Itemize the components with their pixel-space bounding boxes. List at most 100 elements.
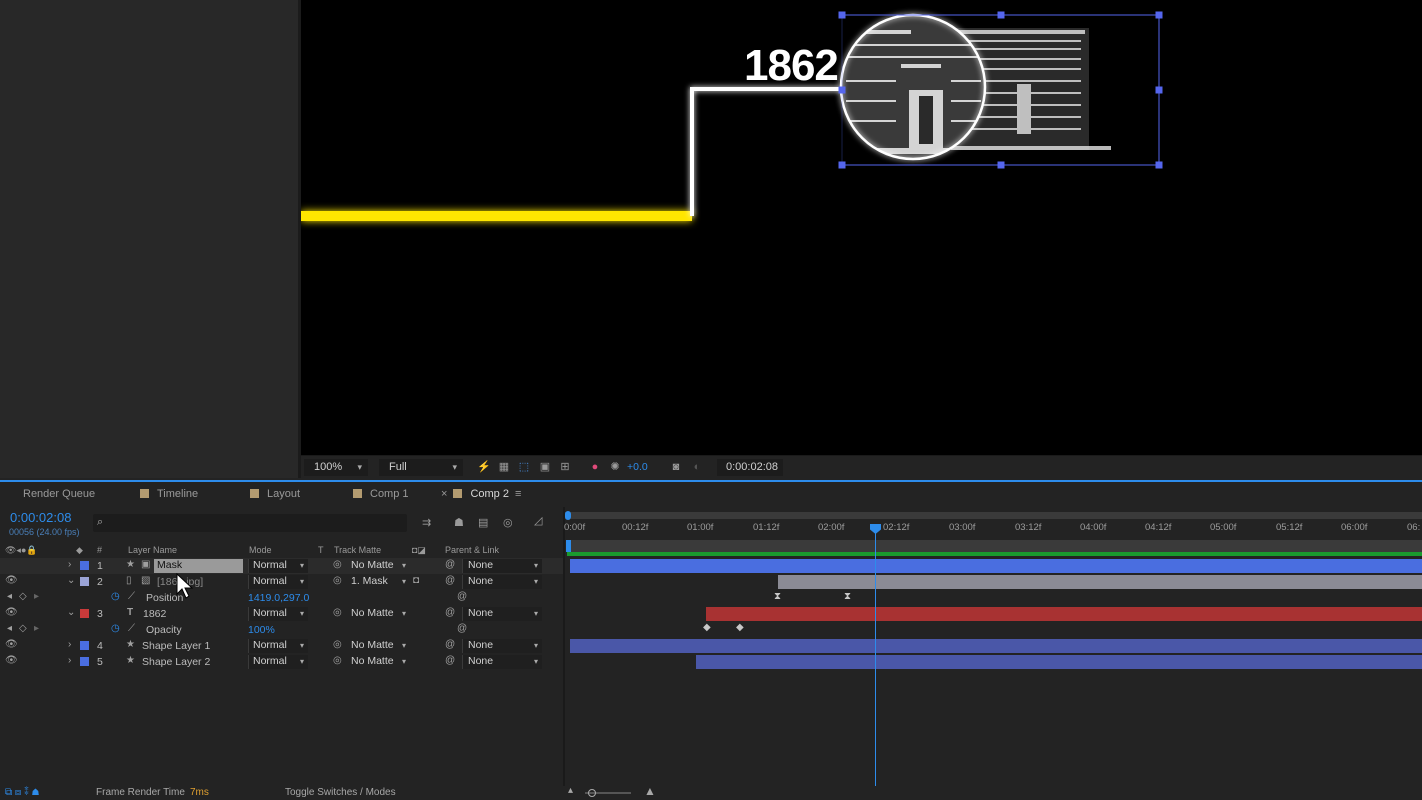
current-time-display[interactable]: 0:00:02:08: [717, 459, 783, 476]
layer-name[interactable]: 1862: [143, 608, 166, 620]
add-keyframe-icon[interactable]: ◇: [19, 623, 27, 634]
grid-guides-icon[interactable]: ⊞: [559, 461, 571, 473]
composition-mini-flowchart-icon[interactable]: ⇉: [422, 516, 431, 529]
chevron-down-icon[interactable]: ⌄: [67, 607, 75, 618]
eye-icon[interactable]: 👁: [5, 655, 18, 666]
eye-icon[interactable]: 👁: [5, 607, 18, 618]
position-value[interactable]: 1419.0,297.0: [248, 592, 309, 604]
parent-dropdown[interactable]: None ▾: [462, 575, 542, 589]
track-matte-dropdown[interactable]: 1. Mask ▾: [347, 575, 409, 589]
pick-whip-icon[interactable]: @: [445, 559, 455, 570]
fast-preview-icon[interactable]: ⚡: [477, 461, 491, 473]
alpha-matte-icon[interactable]: ◎: [333, 559, 342, 570]
prev-keyframe-icon[interactable]: ◂: [7, 623, 12, 634]
show-snapshot-icon[interactable]: ◐: [691, 461, 703, 473]
parent-dropdown[interactable]: None ▾: [462, 559, 542, 573]
keyframe-marker[interactable]: ⧗: [844, 591, 851, 602]
exposure-reset-icon[interactable]: ✺: [609, 461, 621, 473]
toggle-switches-modes[interactable]: Toggle Switches / Modes: [285, 787, 396, 798]
track-matte-dropdown[interactable]: No Matte ▾: [347, 639, 409, 653]
graph-icon[interactable]: ⟋: [128, 591, 135, 602]
layer-row[interactable]: › 1 ★ ▣ Mask Normal ▾ ◎ No Matte ▾ @ None ▾: [0, 558, 563, 574]
column-number[interactable]: #: [97, 545, 102, 555]
label-color[interactable]: [80, 577, 89, 586]
keyframe-marker[interactable]: ◆: [736, 622, 744, 633]
parent-dropdown[interactable]: None ▾: [462, 607, 542, 621]
layer-name-field[interactable]: Mask: [154, 559, 243, 573]
track-matte-dropdown[interactable]: No Matte ▾: [347, 607, 409, 621]
keyframe-marker[interactable]: ◆: [703, 622, 711, 633]
layer-row[interactable]: 👁 › 5 ★ Shape Layer 2 Normal ▾ ◎ No Matte…: [0, 654, 563, 670]
alpha-matte-icon[interactable]: ◎: [333, 655, 342, 666]
column-mode[interactable]: Mode: [249, 545, 272, 555]
tab-layout[interactable]: Layout: [250, 488, 300, 500]
tab-render-queue[interactable]: Render Queue: [23, 488, 95, 500]
add-keyframe-icon[interactable]: ◇: [19, 591, 27, 602]
prev-keyframe-icon[interactable]: ◂: [7, 591, 12, 602]
time-ruler[interactable]: 0:00f 00:12f 01:00f 01:12f 02:00f 02:12f…: [564, 510, 1422, 540]
work-area-bar[interactable]: [567, 540, 1422, 552]
layer-row[interactable]: 👁 › 4 ★ Shape Layer 1 Normal ▾ ◎ No Matte…: [0, 638, 563, 654]
region-of-interest-icon[interactable]: ▣: [539, 461, 551, 473]
eye-icon[interactable]: 👁: [5, 575, 18, 586]
tab-comp-1[interactable]: Comp 1: [353, 488, 409, 500]
pick-whip-icon[interactable]: @: [445, 575, 455, 586]
property-row[interactable]: ◂ ◇ ▸ ◷ ⟋ Position 1419.0,297.0 @: [0, 590, 563, 606]
property-row[interactable]: ◂ ◇ ▸ ◷ ⟋ Opacity 100% @: [0, 622, 563, 638]
chevron-right-icon[interactable]: ›: [68, 639, 71, 650]
column-layer-name[interactable]: Layer Name: [128, 545, 177, 555]
layer-bar-1862[interactable]: [706, 607, 1422, 621]
close-icon[interactable]: ×: [441, 488, 447, 500]
layer-search-input[interactable]: ⌕: [93, 514, 407, 532]
layer-bar-shape-1[interactable]: [570, 639, 1422, 653]
keyframe-marker[interactable]: ⧗: [774, 591, 781, 602]
blend-mode-dropdown[interactable]: Normal ▾: [248, 575, 308, 589]
stopwatch-icon[interactable]: ◷: [111, 623, 120, 634]
layer-row[interactable]: 👁 ⌄ 3 T 1862 Normal ▾ ◎ No Matte ▾ @ None ▾: [0, 606, 563, 622]
tab-comp-2[interactable]: × Comp 2 ≡: [441, 488, 521, 500]
track-matte-dropdown[interactable]: No Matte ▾: [347, 559, 409, 573]
stopwatch-icon[interactable]: ◷: [111, 591, 120, 602]
blend-mode-dropdown[interactable]: Normal ▾: [248, 655, 308, 669]
composition-viewer[interactable]: 1862: [301, 0, 1422, 455]
eye-icon[interactable]: 👁: [5, 639, 18, 650]
pick-whip-icon[interactable]: @: [445, 639, 455, 650]
status-icons[interactable]: ⧉ ⧈ ⁑ ☗: [5, 787, 39, 798]
exposure-value[interactable]: +0.0: [627, 461, 648, 473]
label-color[interactable]: [80, 561, 89, 570]
column-t[interactable]: T: [318, 545, 324, 555]
alpha-matte-icon[interactable]: ◎: [333, 575, 342, 586]
layer-row[interactable]: 👁 ⌄ 2 ▯ ▧ [186_.jpg] Normal▾ ◎ 1. Mask▾ …: [0, 574, 563, 590]
alpha-matte-icon[interactable]: ◎: [333, 607, 342, 618]
track-matte-dropdown[interactable]: No Matte ▾: [347, 655, 409, 669]
blend-mode-dropdown[interactable]: Normal ▾: [248, 639, 308, 653]
next-keyframe-icon[interactable]: ▸: [34, 623, 39, 634]
frame-blending-icon[interactable]: ▤: [478, 516, 488, 529]
chevron-down-icon[interactable]: ⌄: [67, 575, 75, 586]
layer-name[interactable]: Shape Layer 2: [142, 656, 210, 668]
pick-whip-icon[interactable]: @: [445, 607, 455, 618]
layer-bar-shape-2[interactable]: [696, 655, 1422, 669]
time-navigator[interactable]: [565, 512, 1422, 519]
snapshot-camera-icon[interactable]: ◙: [670, 461, 682, 473]
parent-dropdown[interactable]: None ▾: [462, 639, 542, 653]
zoom-out-icon[interactable]: ▴: [568, 785, 573, 796]
expression-pick-whip-icon[interactable]: @: [457, 591, 467, 602]
resolution-dropdown[interactable]: Full ▾: [379, 459, 463, 476]
column-track-matte[interactable]: Track Matte: [334, 545, 381, 555]
alpha-matte-icon[interactable]: ◎: [333, 639, 342, 650]
matte-switch-icon[interactable]: ◘: [413, 575, 419, 586]
blend-mode-dropdown[interactable]: Normal ▾: [248, 559, 308, 573]
chevron-right-icon[interactable]: ›: [68, 559, 71, 570]
zoom-dropdown[interactable]: 100% ▾: [304, 459, 368, 476]
zoom-slider-thumb[interactable]: [588, 789, 596, 797]
panel-menu-icon[interactable]: ≡: [515, 488, 521, 500]
layer-bar-mask[interactable]: [570, 559, 1422, 573]
label-color[interactable]: [80, 657, 89, 666]
next-keyframe-icon[interactable]: ▸: [34, 591, 39, 602]
expression-pick-whip-icon[interactable]: @: [457, 623, 467, 634]
work-area-start-handle[interactable]: [566, 540, 571, 552]
motion-blur-icon[interactable]: ◎: [503, 516, 513, 529]
zoom-in-icon[interactable]: ▲: [644, 784, 656, 798]
label-color[interactable]: [80, 641, 89, 650]
